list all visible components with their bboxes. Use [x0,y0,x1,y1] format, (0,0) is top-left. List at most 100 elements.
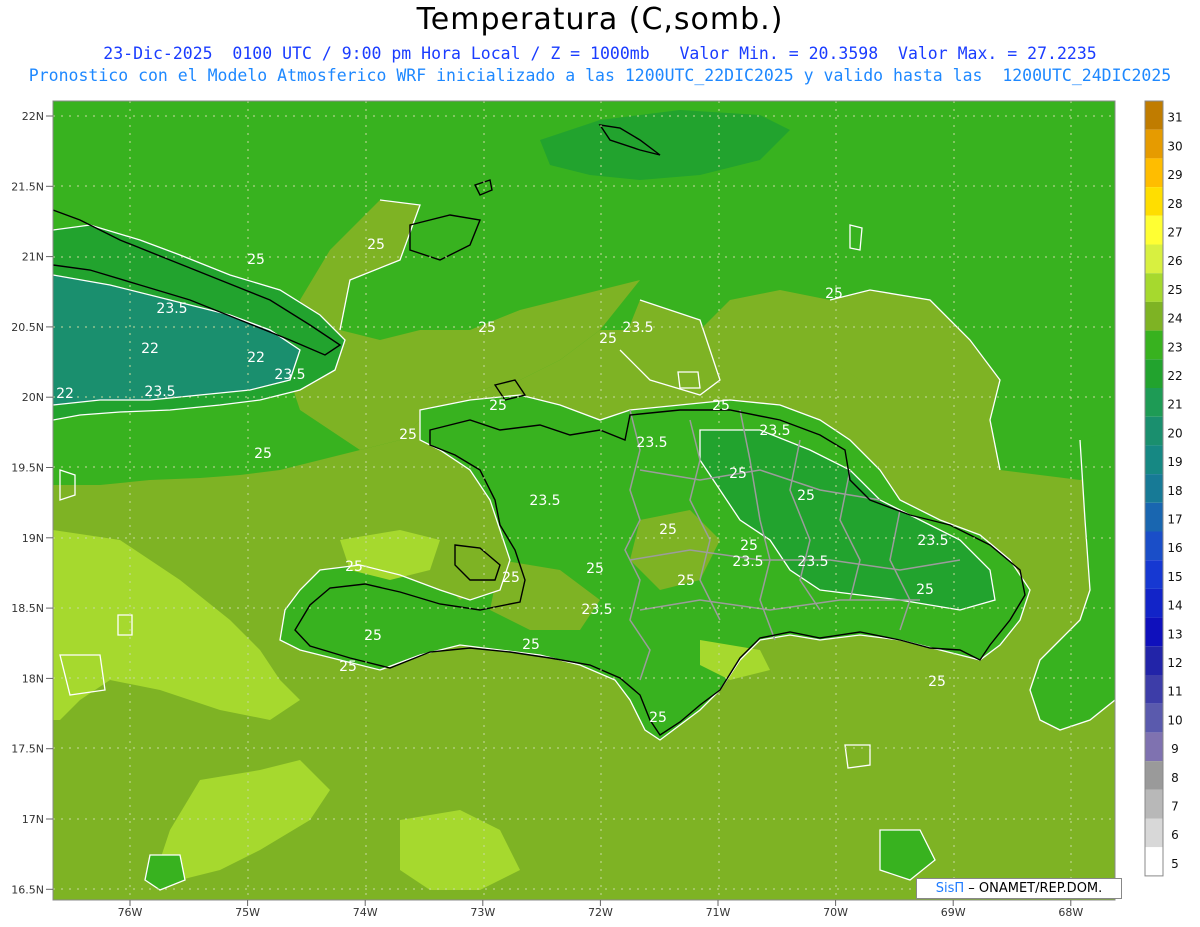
colorbar-label-7: 24 [1167,312,1182,326]
contour-label-9: 25 [399,427,417,443]
map-canvas: 25 25 23.5 22 22 23.5 22 23.5 25 25 25 25 23.5 25 25 23… [11,100,1183,919]
colorbar-label-16: 15 [1167,570,1182,584]
lon-label-3: 73W [470,906,495,919]
lat-label-11: 16.5N [11,883,44,896]
contour-label-8: 25 [254,446,272,462]
contour-label-6: 22 [56,386,74,402]
colorbar-label-5: 26 [1167,254,1182,268]
colorbar-label-20: 11 [1167,685,1182,699]
colorbar-label-18: 13 [1167,627,1182,641]
contour-label-25: 25 [345,559,363,575]
longitude-axis: 76W 75W 74W 73W 72W 71W 70W 69W 68W [118,900,1083,919]
colorbar-label-3: 28 [1167,197,1182,211]
colorbar-swatch-0 [1145,101,1163,130]
colorbar-swatch-9 [1145,359,1163,388]
colorbar-label-2: 29 [1167,168,1182,182]
map-subtitle-date: 23-Dic-2025 0100 UTC / 9:00 pm Hora Loca… [103,44,1097,63]
colorbar-swatch-2 [1145,158,1163,188]
lon-label-4: 72W [588,906,613,919]
colorbar-label-23: 8 [1171,771,1179,785]
contour-label-34: 25 [649,710,667,726]
map-field: 25 25 23.5 22 22 23.5 22 23.5 25 25 25 25 23.5 25 25 23… [53,101,1115,900]
colorbar-swatch-7 [1145,301,1163,331]
contour-label-35: 25 [928,674,946,690]
lon-label-1: 75W [235,906,260,919]
contour-label-14: 25 [712,398,730,414]
contour-label-15: 23.5 [759,423,790,439]
lon-label-5: 71W [706,906,731,919]
contour-label-33: 25 [522,637,540,653]
colorbar-label-24: 7 [1171,800,1179,814]
lat-label-1: 21.5N [11,180,44,193]
contour-label-31: 25 [364,628,382,644]
colorbar-label-1: 30 [1167,139,1182,153]
lat-label-9: 17.5N [11,743,44,756]
colorbar-label-19: 12 [1167,656,1182,670]
colorbar-swatch-18 [1145,617,1163,647]
lat-label-3: 20.5N [11,321,44,334]
contour-label-2: 23.5 [156,301,187,317]
lon-label-2: 74W [353,906,378,919]
colorbar-label-22: 9 [1171,742,1179,756]
colorbar-swatch-15 [1145,531,1163,561]
contour-label-22: 23.5 [797,554,828,570]
colorbar-label-17: 14 [1167,599,1182,613]
contour-label-21: 25 [740,538,758,554]
lat-label-6: 19N [22,532,44,545]
colorbar-label-13: 18 [1167,484,1182,498]
colorbar-label-8: 23 [1167,340,1182,354]
credit-box: SisΠ – ONAMET/REP.DOM. [916,878,1122,899]
lat-label-8: 18N [22,672,44,685]
colorbar-label-12: 19 [1167,455,1182,469]
colorbar-swatch-1 [1145,129,1163,159]
lon-label-8: 68W [1058,906,1083,919]
colorbar-label-9: 22 [1167,369,1182,383]
map-title: Temperatura (C,somb.) [416,2,784,37]
contour-label-11: 25 [599,331,617,347]
contour-label-12: 23.5 [622,320,653,336]
lat-label-5: 19.5N [11,462,44,475]
colorbar-swatch-20 [1145,675,1163,704]
colorbar-swatch-5 [1145,244,1163,274]
contour-label-27: 25 [586,561,604,577]
colorbar-swatch-8 [1145,330,1163,360]
colorbar-swatch-10 [1145,388,1163,417]
colorbar-swatch-16 [1145,560,1163,589]
colorbar-label-26: 5 [1171,857,1179,871]
contour-label-18: 25 [797,488,815,504]
contour-label-4: 22 [247,350,265,366]
contour-label-32: 25 [339,659,357,675]
colorbar-swatch-3 [1145,187,1163,216]
colorbar-swatch-25 [1145,818,1163,848]
colorbar-swatch-12 [1145,445,1163,475]
credit-text: – ONAMET/REP.DOM. [964,881,1103,896]
contour-label-24: 25 [916,582,934,598]
colorbar-label-10: 21 [1167,398,1182,412]
contour-label-13: 25 [489,398,507,414]
contour-label-0: 25 [247,252,265,268]
latitude-axis: 22N 21.5N 21N 20.5N 20N 19.5N 19N 18.5N 18N 17.5N… [11,110,53,896]
colorbar-label-6: 25 [1167,283,1182,297]
lat-label-0: 22N [22,110,44,123]
contour-label-3: 22 [141,341,159,357]
contour-label-28: 25 [677,573,695,589]
colorbar-label-4: 27 [1167,226,1182,240]
lat-label-10: 17N [22,813,44,826]
colorbar-swatch-11 [1145,416,1163,446]
lon-label-6: 70W [823,906,848,919]
lat-label-4: 20N [22,391,44,404]
colorbar-swatch-13 [1145,474,1163,503]
lon-label-0: 76W [118,906,143,919]
contour-label-30: 23.5 [581,602,612,618]
lat-label-7: 18.5N [11,602,44,615]
contour-label-5: 23.5 [274,367,305,383]
colorbar-swatch-26 [1145,847,1163,876]
contour-label-23: 23.5 [917,533,948,549]
colorbar-swatch-24 [1145,789,1163,819]
colorbar-swatch-19 [1145,646,1163,675]
contour-label-17: 25 [729,466,747,482]
contour-label-10: 25 [478,320,496,336]
colorbar-swatch-17 [1145,588,1163,618]
contour-label-19: 23.5 [529,493,560,509]
colorbar-label-25: 6 [1171,828,1179,842]
